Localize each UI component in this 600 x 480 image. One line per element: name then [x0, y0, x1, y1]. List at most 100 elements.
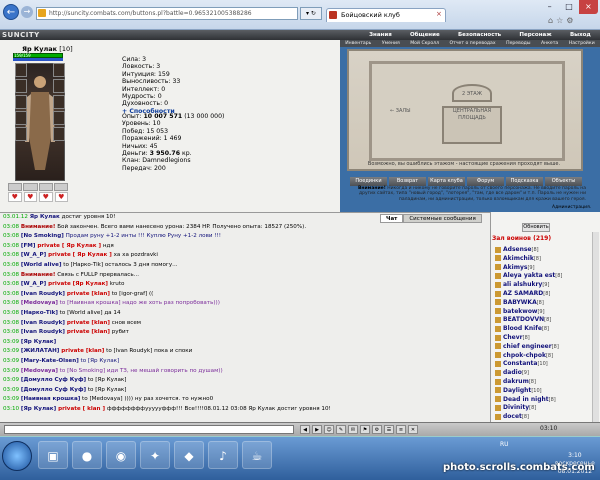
submenu-skills[interactable]: Умения	[382, 40, 400, 47]
chat-time[interactable]: 03:08	[3, 224, 19, 230]
player-list-item[interactable]: dakrum[8]	[495, 378, 536, 385]
player-name[interactable]: Akimys	[503, 264, 527, 271]
helmet-slot[interactable]	[15, 63, 27, 77]
player-name[interactable]: Aleya yakta est	[503, 272, 555, 279]
belt-slot-4[interactable]	[53, 183, 68, 191]
player-name[interactable]: Chevr	[503, 334, 523, 341]
taskbar-app-icon[interactable]: ◆	[174, 441, 204, 469]
chat-time[interactable]: 03:08	[3, 272, 19, 278]
chat-time[interactable]: 03:08	[3, 243, 19, 249]
player-list-item[interactable]: chpok-chpok[8]	[495, 352, 553, 359]
taskbar-app-icon[interactable]: ✦	[140, 441, 170, 469]
chat-tool-button[interactable]: ☰	[384, 425, 394, 434]
minimize-button[interactable]: –	[540, 0, 559, 14]
address-bar[interactable]: http://suncity.combats.com/buttons.pl?ba…	[36, 7, 298, 20]
chat-private[interactable]: private [klan]	[65, 320, 110, 326]
gloves-slot[interactable]	[53, 79, 65, 93]
player-list-item[interactable]: ali alshukry[9]	[495, 281, 549, 288]
armor-slot[interactable]	[15, 111, 27, 125]
chat-author[interactable]: [Ivan Roudyk]	[21, 320, 65, 326]
potion-icon[interactable]: ♥	[23, 192, 37, 202]
boots-slot[interactable]	[53, 111, 65, 125]
chat-time[interactable]: 03:08	[3, 262, 19, 268]
map-central-square[interactable]: ЦЕНТРАЛЬНАЯ ПЛОЩАДЬ	[442, 106, 502, 144]
chat-time[interactable]: 03:08	[3, 291, 19, 297]
belt-slot[interactable]	[15, 127, 27, 141]
chat-time[interactable]: 03:08	[3, 300, 19, 306]
chat-time[interactable]: 03:09	[3, 396, 19, 402]
player-list-item[interactable]: dadio[9]	[495, 369, 529, 376]
menu-security[interactable]: Безопасность	[458, 30, 501, 40]
menu-communication[interactable]: Общение	[410, 30, 440, 40]
player-list-scrollbar[interactable]	[592, 232, 599, 422]
weapon-slot[interactable]	[15, 95, 27, 109]
chat-time[interactable]: 03:09	[3, 339, 19, 345]
chat-author[interactable]: [W_A_P]	[21, 281, 46, 287]
chat-author[interactable]: [Mary-Kate-Olsen]	[21, 358, 79, 364]
back-button[interactable]: ←	[3, 4, 19, 20]
player-list-item[interactable]: Chevr[8]	[495, 334, 530, 341]
chat-tool-button[interactable]: ◀	[300, 425, 310, 434]
chat-tool-button[interactable]: ✕	[408, 425, 418, 434]
chat-time[interactable]: 03:09	[3, 387, 19, 393]
tab-system-messages[interactable]: Системные сообщения	[403, 214, 482, 223]
earrings-slot[interactable]	[53, 63, 65, 77]
player-list-item[interactable]: Dead in night[8]	[495, 396, 556, 403]
submenu-scroll[interactable]: Мой Скролл	[410, 40, 439, 47]
tab-close-icon[interactable]: ×	[436, 10, 442, 18]
forward-button[interactable]: →	[21, 6, 33, 18]
player-list-item[interactable]: BABYWKA[8]	[495, 299, 544, 306]
chat-author[interactable]: [Medovaya]	[21, 300, 58, 306]
chat-author[interactable]: [No Smoking]	[21, 233, 64, 239]
player-list-item[interactable]: Adsense[8]	[495, 246, 539, 253]
favorites-icons[interactable]: ⌂☆⚙	[548, 16, 576, 25]
chat-private[interactable]: private [ Яр Кулак ]	[46, 252, 112, 258]
player-name[interactable]: docet	[503, 413, 522, 420]
chat-time[interactable]: 03:08	[3, 310, 19, 316]
chat-tool-button[interactable]: ⚙	[372, 425, 382, 434]
chat-time[interactable]: 03:09	[3, 358, 19, 364]
player-name[interactable]: chpok-chpok	[503, 352, 546, 359]
taskbar-app-icon[interactable]: ●	[72, 441, 102, 469]
chat-author[interactable]: [Наивная крошка]	[21, 396, 80, 402]
map-halls-link[interactable]: ← ЗАЛЫ	[390, 108, 411, 114]
chat-author[interactable]: [ЖИЛАТАН]	[21, 348, 59, 354]
player-list-item[interactable]: Akimchik[8]	[495, 255, 541, 262]
chat-private[interactable]: private [Яр Кулак]	[46, 281, 108, 287]
chat-private[interactable]: private [klan]	[65, 291, 110, 297]
player-name[interactable]: Constanta	[503, 360, 537, 367]
chat-time[interactable]: 03:08	[3, 233, 19, 239]
submenu-transfer-report[interactable]: Отчет о переводах	[450, 40, 496, 47]
taskbar-app-icon[interactable]: ▣	[38, 441, 68, 469]
chat-tool-button[interactable]: ✎	[336, 425, 346, 434]
player-list-item[interactable]: AZ SAMARD[8]	[495, 290, 550, 297]
chat-private[interactable]: private [klan]	[65, 329, 110, 335]
chat-author[interactable]: [Домулло Суф Куф]	[21, 387, 86, 393]
map-floor-2[interactable]: 2 ЭТАЖ	[452, 84, 492, 102]
chat-private[interactable]: private [ Яр Кулак ]	[35, 243, 101, 249]
chat-private[interactable]: private [ klan ]	[56, 406, 105, 412]
maximize-button[interactable]: □	[559, 0, 578, 14]
chat-private[interactable]: private [klan]	[59, 348, 104, 354]
duels-button[interactable]: Поединки	[350, 177, 387, 186]
tab-chat[interactable]: Чат	[380, 214, 404, 223]
player-name[interactable]: BEATDOVVN	[503, 316, 544, 323]
player-name[interactable]: AZ SAMARD	[503, 290, 543, 297]
menu-knowledge[interactable]: Знания	[369, 30, 392, 40]
taskbar-app-icon[interactable]: ◉	[106, 441, 136, 469]
player-name[interactable]: Daylight	[503, 387, 531, 394]
chat-time[interactable]: 03:08	[3, 329, 19, 335]
club-map-button[interactable]: Карта клуба	[428, 177, 465, 186]
language-indicator[interactable]: RU	[500, 441, 509, 448]
belt-slot-2[interactable]	[23, 183, 38, 191]
chat-author[interactable]: [Ivan Roudyk]	[21, 291, 65, 297]
start-button[interactable]	[2, 441, 32, 471]
potion-icon[interactable]: ♥	[39, 192, 53, 202]
player-list-item[interactable]: batekwow[9]	[495, 308, 545, 315]
chat-time[interactable]: 03:09	[3, 368, 19, 374]
player-list-item[interactable]: Akimys[9]	[495, 264, 535, 271]
player-name[interactable]: batekwow	[503, 308, 537, 315]
close-window-button[interactable]: ×	[578, 0, 598, 14]
player-name[interactable]: Divinity	[503, 404, 529, 411]
chat-tool-button[interactable]: ⚑	[360, 425, 370, 434]
